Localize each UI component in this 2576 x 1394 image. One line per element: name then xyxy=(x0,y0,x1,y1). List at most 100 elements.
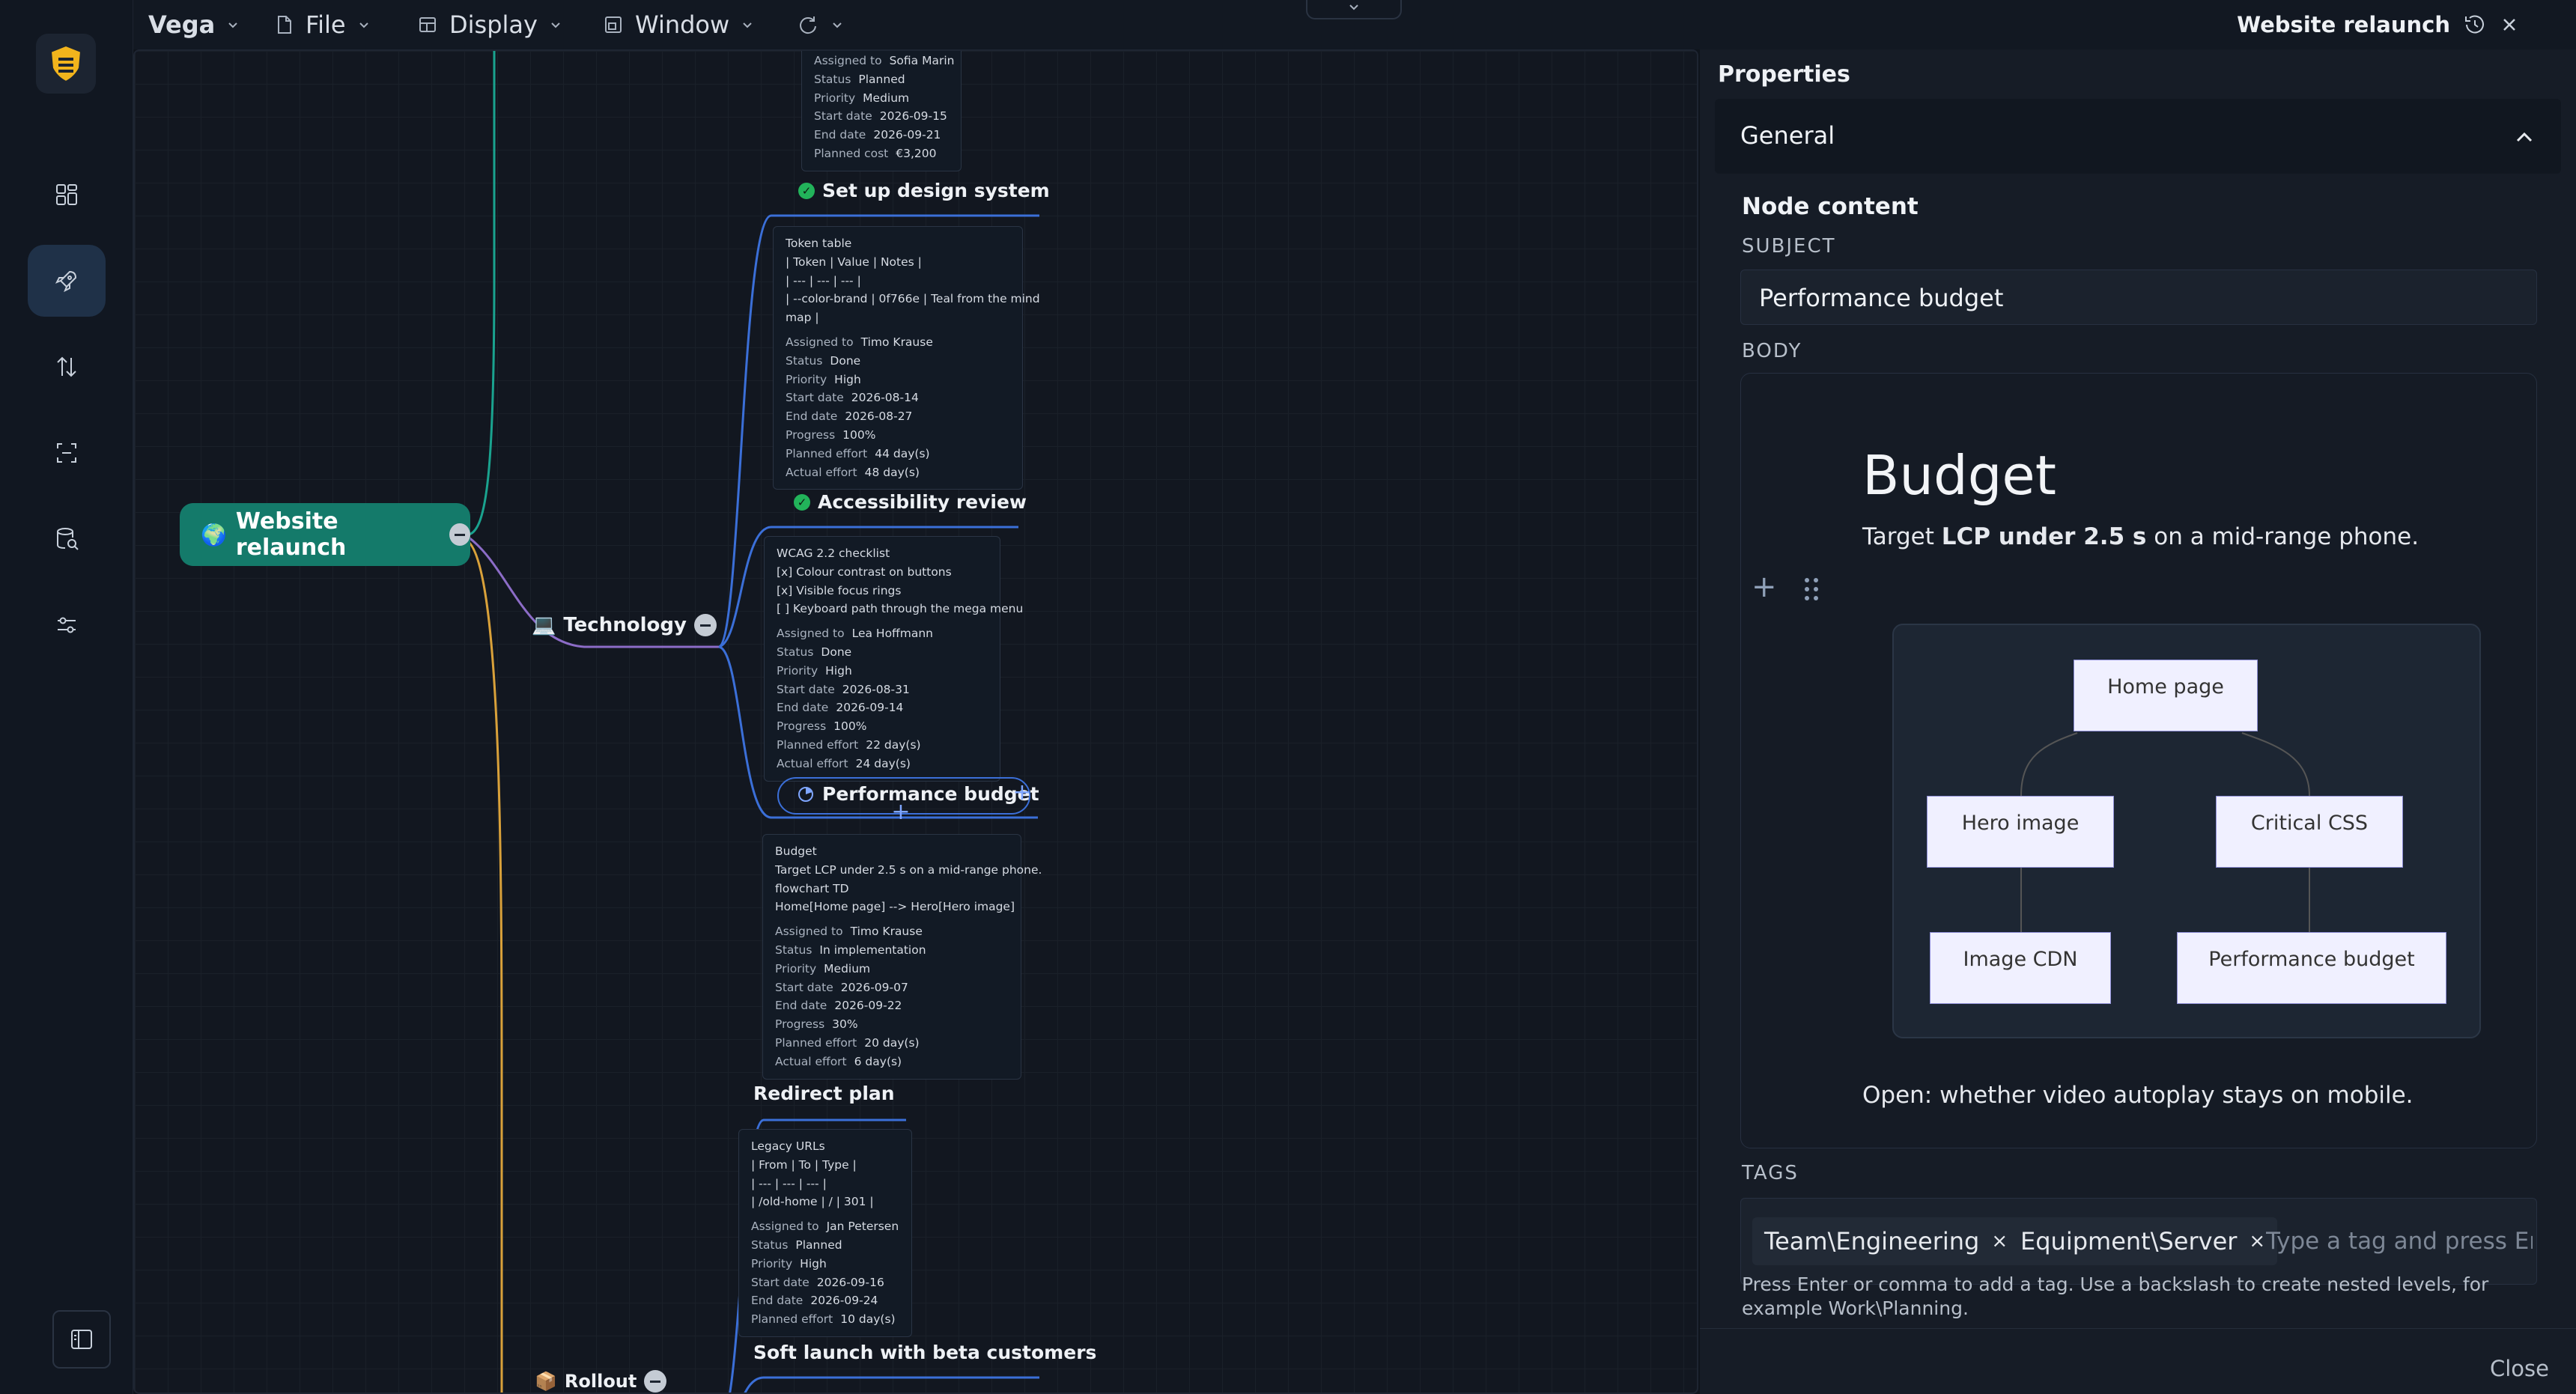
node-soft-launch-label: Soft launch with beta customers xyxy=(753,1342,1097,1363)
settings-nav-button[interactable] xyxy=(28,589,106,661)
display-menu[interactable]: Display xyxy=(416,0,563,49)
node-accessibility[interactable]: ✓ Accessibility review xyxy=(794,491,1027,513)
rocket-icon xyxy=(55,270,77,293)
card-field-key: Actual effort xyxy=(786,465,857,479)
database-search-nav-button[interactable] xyxy=(28,503,106,575)
collapse-button[interactable] xyxy=(449,523,470,546)
capture-nav-button[interactable] xyxy=(28,417,106,489)
toolbar-drawer-handle[interactable] xyxy=(1306,0,1402,19)
card-field-value: High xyxy=(834,372,861,386)
display-menu-label: Display xyxy=(449,10,538,39)
card-field-value: Sofia Marin xyxy=(889,54,955,67)
mermaid-diagram[interactable]: Home page Hero image Critical CSS Image … xyxy=(1892,624,2481,1038)
card-field-key: Assigned to xyxy=(775,925,843,939)
card-text-line: Legacy URLs xyxy=(751,1139,825,1153)
card-field-key: End date xyxy=(786,410,838,424)
card-field-value: Lea Hoffmann xyxy=(851,627,933,641)
history-icon[interactable] xyxy=(2462,12,2488,37)
card-text-line: Budget xyxy=(775,844,817,858)
panel-toggle-icon xyxy=(71,1330,92,1349)
card-field-key: Start date xyxy=(751,1275,809,1289)
card-field-row: Planned effort 20 day(s) xyxy=(775,1034,1009,1053)
task-card-top[interactable]: Assigned to Sofia Marin Status Planned Prior… xyxy=(801,51,962,171)
diagram-node-image-cdn: Image CDN xyxy=(1930,932,2111,1004)
remove-tag-icon[interactable]: × xyxy=(2249,1230,2265,1253)
add-sibling-icon[interactable]: + xyxy=(1012,782,1032,804)
window-menu[interactable]: Window xyxy=(602,0,755,49)
body-target-prefix: Target xyxy=(1862,523,1942,550)
node-technology[interactable]: 💻 Technology xyxy=(532,614,717,636)
card-field-value: 24 day(s) xyxy=(855,756,911,770)
drag-handle-icon[interactable] xyxy=(1802,576,1820,603)
card-field-row: Start date 2026-09-15 xyxy=(814,107,949,126)
file-menu[interactable]: File xyxy=(273,0,371,49)
dashboard-nav-button[interactable] xyxy=(28,159,106,231)
sync-menu[interactable] xyxy=(797,0,845,49)
card-field-row: Priority High xyxy=(777,662,988,681)
task-card-redirect[interactable]: Legacy URLs | From | To | Type | | --- | -… xyxy=(738,1129,912,1337)
globe-icon: 🌍 xyxy=(201,522,227,547)
card-field-row: Priority Medium xyxy=(814,89,949,108)
tag-chip[interactable]: Equipment\Server × xyxy=(2008,1217,2278,1265)
card-field-key: Priority xyxy=(786,372,827,386)
app-menu[interactable]: Vega xyxy=(148,0,240,49)
card-field-row: Status Planned xyxy=(814,70,949,89)
tag-chip[interactable]: Team\Engineering × xyxy=(1752,1217,2020,1265)
node-redirect-plan[interactable]: Redirect plan xyxy=(753,1083,895,1104)
task-card-design-system[interactable]: Token table | Token | Value | Notes | | --… xyxy=(773,226,1040,490)
chevron-down-icon xyxy=(833,22,842,28)
card-field-key: Planned effort xyxy=(786,446,868,460)
collapse-button[interactable] xyxy=(644,1370,667,1393)
add-block-icon[interactable]: + xyxy=(1752,570,1777,604)
node-redirect-plan-label: Redirect plan xyxy=(753,1083,895,1104)
node-soft-launch[interactable]: Soft launch with beta customers xyxy=(753,1342,1096,1363)
card-field-row: Actual effort 6 day(s) xyxy=(775,1053,1009,1071)
body-open-note: Open: whether video autoplay stays on mo… xyxy=(1862,1082,2414,1109)
add-child-icon[interactable]: + xyxy=(891,801,911,824)
card-text-line: | From | To | Type | xyxy=(751,1157,857,1172)
mindmap-canvas[interactable]: 🌍 Website relaunch Assigned to Sofia Mari… xyxy=(133,49,1698,1394)
tag-label: Team\Engineering xyxy=(1764,1227,1980,1255)
tag-input[interactable]: Type a tag and press Enter xyxy=(2266,1217,2533,1265)
remove-tag-icon[interactable]: × xyxy=(1991,1230,2008,1253)
card-field-key: Progress xyxy=(786,427,836,442)
card-field-value: Done xyxy=(830,353,861,368)
close-button[interactable]: Close xyxy=(2490,1356,2549,1381)
app-logo[interactable] xyxy=(36,34,96,94)
card-field-row: Assigned to Jan Petersen xyxy=(751,1217,899,1236)
card-field-key: Start date xyxy=(777,682,835,696)
card-text-line: | --color-brand | 0f766e | Teal from the… xyxy=(786,292,1040,306)
app-name: Vega xyxy=(148,10,216,39)
sort-nav-button[interactable] xyxy=(28,331,106,403)
body-target-line: Target LCP under 2.5 s on a mid-range ph… xyxy=(1862,523,2419,550)
close-icon[interactable] xyxy=(2500,15,2519,34)
card-text-line: [ ] Keyboard path through the mega menu xyxy=(777,602,1024,616)
projects-nav-button[interactable] xyxy=(28,245,106,317)
card-field-key: Progress xyxy=(777,719,827,734)
general-section-header[interactable]: General xyxy=(1715,99,2561,174)
properties-panel: Properties General Node content SUBJECT … xyxy=(1700,49,2576,1394)
scan-frame-icon xyxy=(57,443,76,463)
card-field-key: Status xyxy=(786,353,823,368)
card-field-key: Priority xyxy=(751,1256,793,1270)
chevron-down-icon xyxy=(743,22,752,28)
root-node[interactable]: 🌍 Website relaunch xyxy=(180,503,470,566)
card-field-value: Jan Petersen xyxy=(826,1220,899,1234)
task-card-performance[interactable]: Budget Target LCP under 2.5 s on a mid-ra… xyxy=(762,834,1042,1080)
node-design-system[interactable]: ✓ Set up design system xyxy=(798,180,1050,201)
collapse-button[interactable] xyxy=(693,614,717,636)
card-text-line: flowchart TD xyxy=(775,881,849,895)
subject-field[interactable]: Performance budget xyxy=(1740,270,2537,325)
task-card-accessibility[interactable]: WCAG 2.2 checklist [x] Colour contrast on… xyxy=(764,536,1024,782)
body-target-suffix: on a mid-range phone. xyxy=(2146,523,2419,550)
node-rollout[interactable]: 📦 Rollout xyxy=(535,1370,667,1393)
body-editor[interactable]: Budget Target LCP under 2.5 s on a mid-r… xyxy=(1740,373,2537,1148)
card-field-row: Assigned to Lea Hoffmann xyxy=(777,624,988,643)
card-field-value: Planned xyxy=(795,1238,842,1252)
card-field-key: Assigned to xyxy=(777,627,845,641)
card-field-row: Start date 2026-09-07 xyxy=(775,978,1009,997)
body-heading: Budget xyxy=(1862,444,2056,507)
node-performance-budget[interactable]: Performance budget xyxy=(797,783,1039,805)
sidebar-toggle-button[interactable] xyxy=(52,1310,111,1369)
card-field-row: End date 2026-09-14 xyxy=(777,698,988,717)
